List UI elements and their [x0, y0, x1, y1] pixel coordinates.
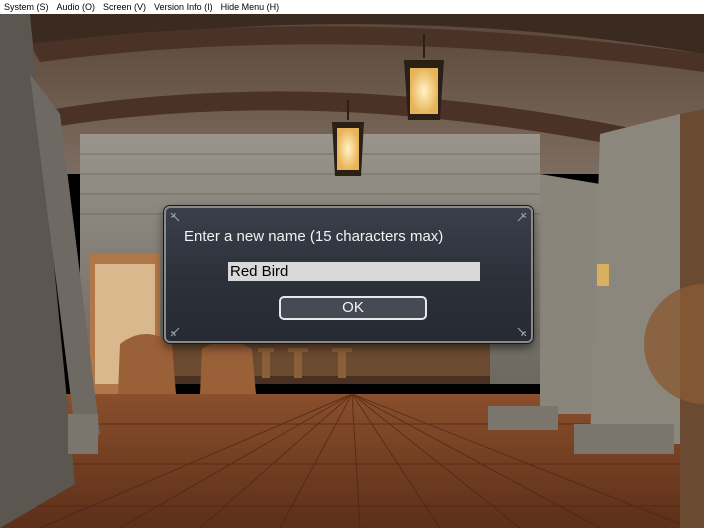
- menu-hide-menu[interactable]: Hide Menu (H): [217, 0, 284, 14]
- menu-audio[interactable]: Audio (O): [53, 0, 100, 14]
- corner-ornament-icon: [170, 212, 180, 222]
- dialog-title: Enter a new name (15 characters max): [184, 228, 444, 245]
- ok-button[interactable]: OK: [279, 296, 427, 320]
- name-entry-dialog: Enter a new name (15 characters max) OK: [164, 206, 533, 343]
- corner-ornament-icon: [517, 212, 527, 222]
- corner-ornament-icon: [517, 327, 527, 337]
- menu-bar: System (S) Audio (O) Screen (V) Version …: [0, 0, 704, 14]
- menu-system[interactable]: System (S): [0, 0, 53, 14]
- name-input[interactable]: [228, 262, 480, 281]
- menu-version-info[interactable]: Version Info (I): [150, 0, 217, 14]
- menu-screen[interactable]: Screen (V): [99, 0, 150, 14]
- corner-ornament-icon: [170, 327, 180, 337]
